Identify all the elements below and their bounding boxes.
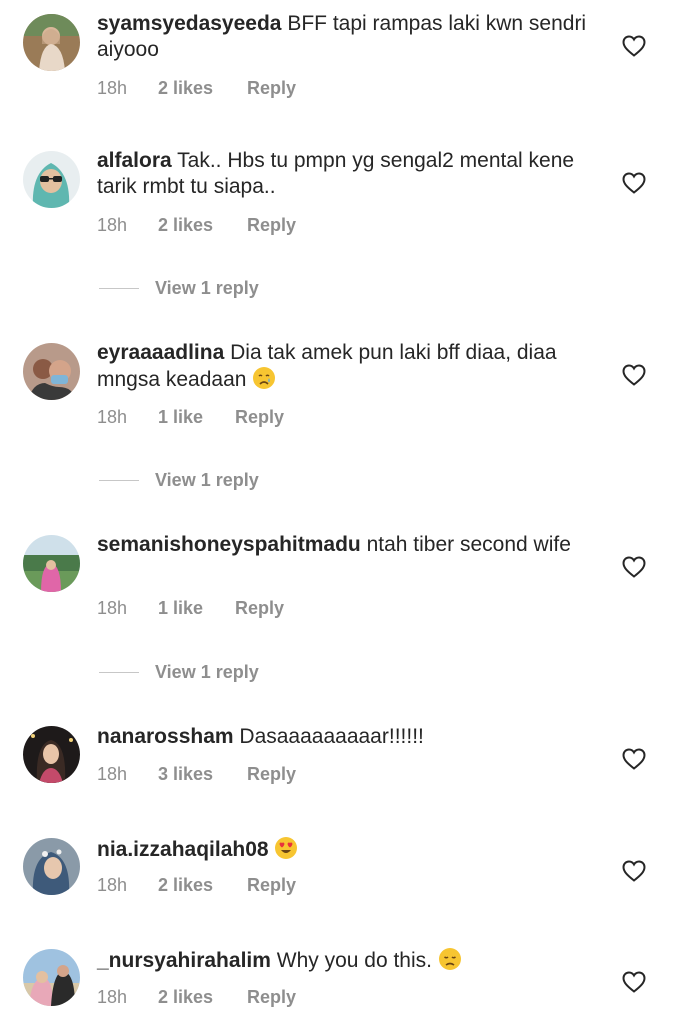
- view-replies-divider: [99, 672, 139, 673]
- comment-body: Why you do this.: [276, 949, 432, 972]
- comment-text: alfalora Tak.. Hbs tu pmpn yg sengal2 me…: [97, 148, 597, 200]
- heart-outline-icon[interactable]: [622, 556, 646, 578]
- view-replies-label[interactable]: View 1 reply: [155, 660, 259, 684]
- comment-username[interactable]: semanishoneyspahitmadu: [97, 533, 361, 556]
- reply-button[interactable]: Reply: [235, 405, 284, 429]
- comment-username[interactable]: syamsyedasyeeda: [97, 12, 281, 35]
- comment-text: nanarossham Dasaaaaaaaaar!!!!!!: [97, 724, 597, 750]
- comment-username[interactable]: nanarossham: [97, 725, 234, 748]
- reply-button[interactable]: Reply: [247, 76, 296, 100]
- view-replies-label[interactable]: View 1 reply: [155, 468, 259, 492]
- reply-button[interactable]: Reply: [247, 985, 296, 1009]
- comment-time: 18h: [97, 215, 128, 235]
- comment-body: ntah tiber second wife: [366, 533, 571, 556]
- reply-button[interactable]: Reply: [247, 762, 296, 786]
- heart-outline-icon[interactable]: [622, 35, 646, 57]
- comment-likes[interactable]: 2 likes: [158, 76, 213, 100]
- heart-outline-icon[interactable]: [622, 971, 646, 993]
- avatar[interactable]: [23, 151, 80, 208]
- avatar[interactable]: [23, 949, 80, 1006]
- heart-eyes-face-emoji: [275, 837, 298, 859]
- view-replies-divider: [99, 480, 139, 481]
- comment-body: Dasaaaaaaaaar!!!!!!: [239, 725, 424, 748]
- comment-likes[interactable]: 2 likes: [158, 985, 213, 1009]
- comment-time: 18h: [97, 875, 128, 895]
- reply-button[interactable]: Reply: [235, 596, 284, 620]
- comment-time: 18h: [97, 987, 128, 1007]
- comment-time: 18h: [97, 78, 128, 98]
- heart-outline-icon[interactable]: [622, 364, 646, 386]
- avatar[interactable]: [23, 14, 80, 71]
- comment-likes[interactable]: 1 like: [158, 405, 203, 429]
- comment-text: nia.izzahaqilah08: [97, 836, 597, 863]
- disappointed-face-emoji: [438, 948, 461, 970]
- avatar[interactable]: [23, 343, 80, 400]
- avatar[interactable]: [23, 838, 80, 895]
- crying-face-emoji: [253, 367, 276, 389]
- comment-text: eyraaaadlina Dia tak amek pun laki bff d…: [97, 340, 597, 393]
- comment-username[interactable]: alfalora: [97, 149, 172, 172]
- comment-username[interactable]: _nursyahirahalim: [97, 949, 271, 972]
- comment-likes[interactable]: 2 likes: [158, 873, 213, 897]
- comment-likes[interactable]: 1 like: [158, 596, 203, 620]
- reply-button[interactable]: Reply: [247, 873, 296, 897]
- comment-likes[interactable]: 2 likes: [158, 213, 213, 237]
- comment-time: 18h: [97, 407, 128, 427]
- heart-outline-icon[interactable]: [622, 860, 646, 882]
- heart-outline-icon[interactable]: [622, 172, 646, 194]
- avatar[interactable]: [23, 535, 80, 592]
- heart-outline-icon[interactable]: [622, 748, 646, 770]
- comment-time: 18h: [97, 764, 128, 784]
- comment-username[interactable]: nia.izzahaqilah08: [97, 838, 269, 861]
- view-replies-divider: [99, 288, 139, 289]
- comment-text: syamsyedasyeeda BFF tapi rampas laki kwn…: [97, 11, 597, 63]
- comment-likes[interactable]: 3 likes: [158, 762, 213, 786]
- avatar[interactable]: [23, 726, 80, 783]
- view-replies-label[interactable]: View 1 reply: [155, 276, 259, 300]
- comment-text: semanishoneyspahitmadu ntah tiber second…: [97, 532, 597, 558]
- comment-username[interactable]: eyraaaadlina: [97, 341, 224, 364]
- comment-text: _nursyahirahalim Why you do this.: [97, 947, 597, 974]
- comment-time: 18h: [97, 598, 128, 618]
- reply-button[interactable]: Reply: [247, 213, 296, 237]
